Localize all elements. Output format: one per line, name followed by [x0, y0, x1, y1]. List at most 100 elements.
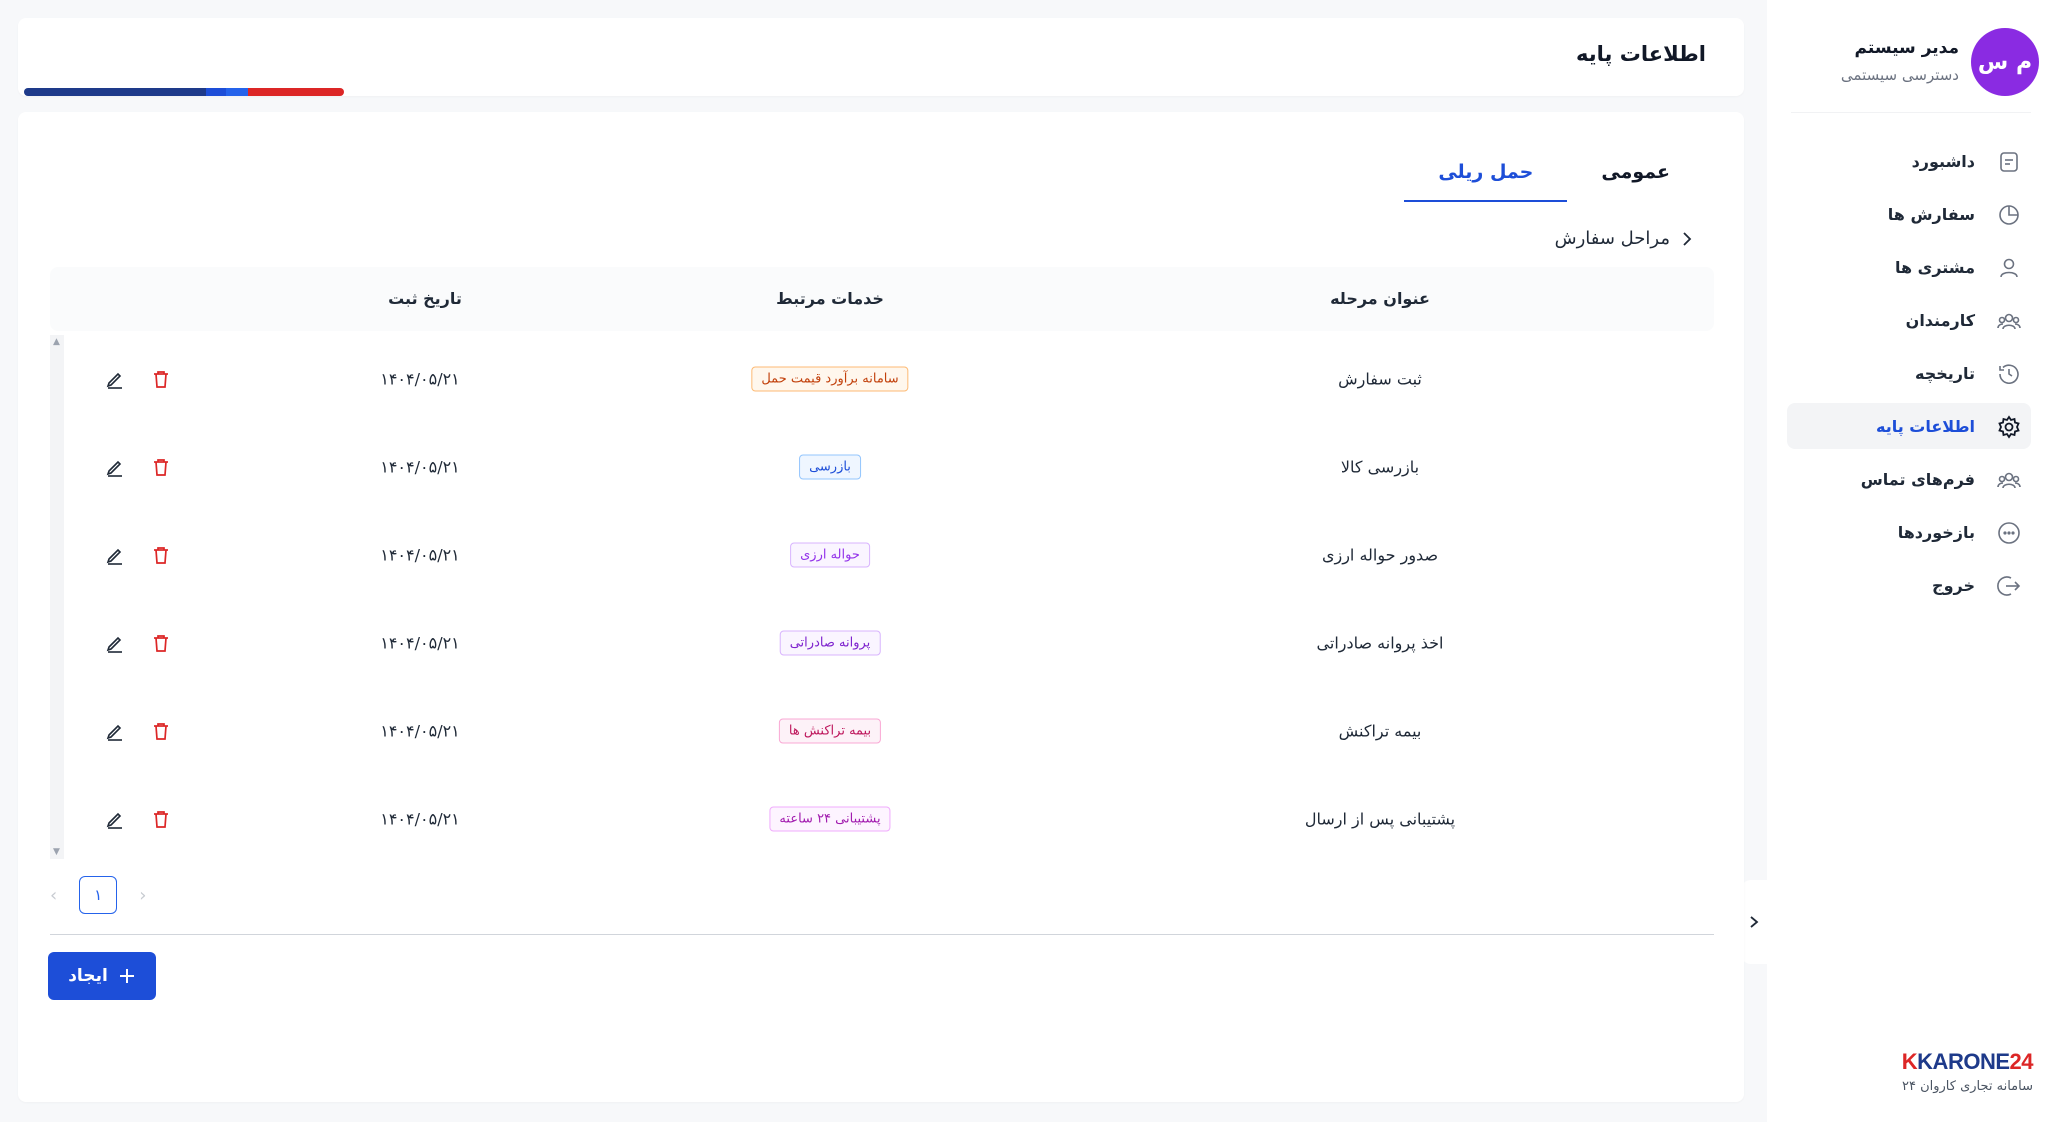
avatar[interactable]: م س — [1971, 28, 2039, 96]
row-actions — [104, 544, 172, 566]
row-title: پشتیبانی پس از ارسال — [1304, 809, 1456, 829]
table-row: ۱۴۰۴/۰۵/۲۱ پشتیبانی ۲۴ ساعته پشتیبانی پس… — [64, 775, 1714, 863]
row-date: ۱۴۰۴/۰۵/۲۱ — [380, 545, 460, 565]
row-actions — [104, 720, 172, 742]
row-title: صدور حواله ارزی — [1321, 545, 1439, 565]
profile-name: مدیر سیستم — [1854, 38, 1959, 58]
sidebar-divider — [1791, 112, 2031, 113]
row-date: ۱۴۰۴/۰۵/۲۱ — [380, 633, 460, 653]
column-header-title: عنوان مرحله — [1330, 289, 1430, 308]
service-tag: بازرسی — [799, 454, 861, 480]
chevron-right-icon — [1683, 231, 1692, 246]
service-tag: پشتیبانی ۲۴ ساعته — [769, 806, 891, 832]
main-card: عمومی حمل ریلی مراحل سفارش عنوان مرحله خ… — [18, 112, 1744, 1102]
row-title: بازرسی کالا — [1340, 457, 1420, 477]
history-icon — [1995, 360, 2023, 388]
gear-icon — [1995, 413, 2023, 441]
sidebar-item-contact-forms[interactable]: فرم‌های تماس — [1787, 456, 2031, 502]
service-tag: بیمه تراکنش ها — [778, 718, 882, 744]
row-actions — [104, 632, 172, 654]
row-title: ثبت سفارش — [1338, 369, 1422, 389]
table-row: ۱۴۰۴/۰۵/۲۱ بازرسی بازرسی کالا — [64, 423, 1714, 511]
row-date: ۱۴۰۴/۰۵/۲۱ — [380, 369, 460, 389]
sidebar-item-employees[interactable]: کارمندان — [1787, 297, 2031, 343]
sidebar-item-label: فرم‌های تماس — [1860, 469, 1975, 489]
edit-icon[interactable] — [104, 456, 126, 478]
table-row: ۱۴۰۴/۰۵/۲۱ سامانه برآورد قیمت حمل ثبت سف… — [64, 335, 1714, 423]
header-accent-bar — [24, 88, 344, 96]
sidebar-item-label: بازخوردها — [1897, 522, 1975, 542]
edit-icon[interactable] — [104, 808, 126, 830]
service-tag: سامانه برآورد قیمت حمل — [751, 366, 909, 392]
section-title: مراحل سفارش — [1554, 228, 1670, 249]
sidebar-item-base-info[interactable]: اطلاعات پایه — [1787, 403, 2031, 449]
edit-icon[interactable] — [104, 720, 126, 742]
sidebar-item-logout[interactable]: خروج — [1787, 562, 2031, 608]
feedback-icon — [1995, 519, 2023, 547]
dashboard-icon — [1995, 148, 2023, 176]
sidebar: م س مدیر سیستم دسترسی سیستمی داشبورد سفا… — [1767, 0, 2047, 1122]
create-button[interactable]: ایجاد — [48, 952, 156, 1000]
page-header: اطلاعات پایه — [18, 18, 1744, 96]
user-icon — [1995, 254, 2023, 282]
row-date: ۱۴۰۴/۰۵/۲۱ — [380, 457, 460, 477]
delete-icon[interactable] — [150, 808, 172, 830]
user-profile: م س مدیر سیستم دسترسی سیستمی — [1779, 28, 2039, 98]
profile-role: دسترسی سیستمی — [1840, 66, 1959, 84]
row-actions — [104, 456, 172, 478]
delete-icon[interactable] — [150, 544, 172, 566]
tabs: عمومی حمل ریلی — [1404, 142, 1704, 202]
create-button-label: ایجاد — [68, 966, 108, 986]
footer-divider — [50, 934, 1714, 935]
table-body: ▲ ▼ ۱۴۰۴/۰۵/۲۱ سامانه برآورد قیمت حمل ثب… — [50, 331, 1714, 861]
edit-icon[interactable] — [104, 632, 126, 654]
sidebar-item-history[interactable]: تاریخچه — [1787, 350, 2031, 396]
table-row: ۱۴۰۴/۰۵/۲۱ بیمه تراکنش ها بیمه تراکنش — [64, 687, 1714, 775]
sidebar-item-customers[interactable]: مشتری ها — [1787, 244, 2031, 290]
sidebar-collapse-button[interactable] — [1741, 880, 1767, 964]
sidebar-item-label: مشتری ها — [1894, 257, 1975, 277]
pagination-next-icon[interactable]: › — [139, 885, 146, 906]
pagination-current-page[interactable]: ۱ — [79, 876, 118, 914]
delete-icon[interactable] — [150, 456, 172, 478]
sidebar-item-label: داشبورد — [1911, 151, 1975, 171]
table-row: ۱۴۰۴/۰۵/۲۱ حواله ارزی صدور حواله ارزی — [64, 511, 1714, 599]
brand-wordmark: KKARONE24 — [1901, 1049, 2034, 1074]
sidebar-item-dashboard[interactable]: داشبورد — [1787, 138, 2031, 184]
plus-icon — [119, 969, 134, 983]
logout-icon — [1995, 572, 2023, 600]
page-title: اطلاعات پایه — [1576, 42, 1706, 66]
row-actions — [104, 368, 172, 390]
tab-rail-transport[interactable]: حمل ریلی — [1404, 142, 1568, 202]
orders-icon — [1995, 201, 2023, 229]
delete-icon[interactable] — [150, 632, 172, 654]
sidebar-item-orders[interactable]: سفارش ها — [1787, 191, 2031, 237]
row-actions — [104, 808, 172, 830]
tab-general[interactable]: عمومی — [1567, 142, 1704, 202]
edit-icon[interactable] — [104, 368, 126, 390]
delete-icon[interactable] — [150, 720, 172, 742]
delete-icon[interactable] — [150, 368, 172, 390]
stages-table: عنوان مرحله خدمات مرتبط تاریخ ثبت ▲ ▼ ۱۴… — [50, 267, 1714, 861]
row-title: بیمه تراکنش — [1338, 721, 1422, 741]
row-date: ۱۴۰۴/۰۵/۲۱ — [380, 721, 460, 741]
brand-subtitle: سامانه تجاری کاروان ۲۴ — [1901, 1079, 2033, 1094]
row-date: ۱۴۰۴/۰۵/۲۱ — [380, 809, 460, 829]
section-order-stages[interactable]: مراحل سفارش — [1555, 228, 1694, 249]
table-row: ۱۴۰۴/۰۵/۲۱ پروانه صادراتی اخذ پروانه صاد… — [64, 599, 1714, 687]
table-scrollbar[interactable]: ▲ ▼ — [50, 335, 64, 859]
service-tag: پروانه صادراتی — [779, 630, 881, 656]
sidebar-nav: داشبورد سفارش ها مشتری ها کارمندان تاریخ… — [1787, 138, 2031, 615]
column-header-date: تاریخ ثبت — [388, 289, 462, 308]
contacts-icon — [1995, 466, 2023, 494]
scroll-up-icon[interactable]: ▲ — [53, 337, 60, 347]
edit-icon[interactable] — [104, 544, 126, 566]
sidebar-item-label: سفارش ها — [1887, 204, 1975, 224]
sidebar-item-label: خروج — [1932, 575, 1975, 595]
row-title: اخذ پروانه صادراتی — [1316, 633, 1444, 653]
scroll-down-icon[interactable]: ▼ — [53, 847, 60, 857]
table-header: عنوان مرحله خدمات مرتبط تاریخ ثبت — [50, 267, 1714, 331]
pagination-prev-icon[interactable]: ‹ — [50, 885, 57, 906]
column-header-services: خدمات مرتبط — [776, 289, 884, 308]
sidebar-item-feedback[interactable]: بازخوردها — [1787, 509, 2031, 555]
